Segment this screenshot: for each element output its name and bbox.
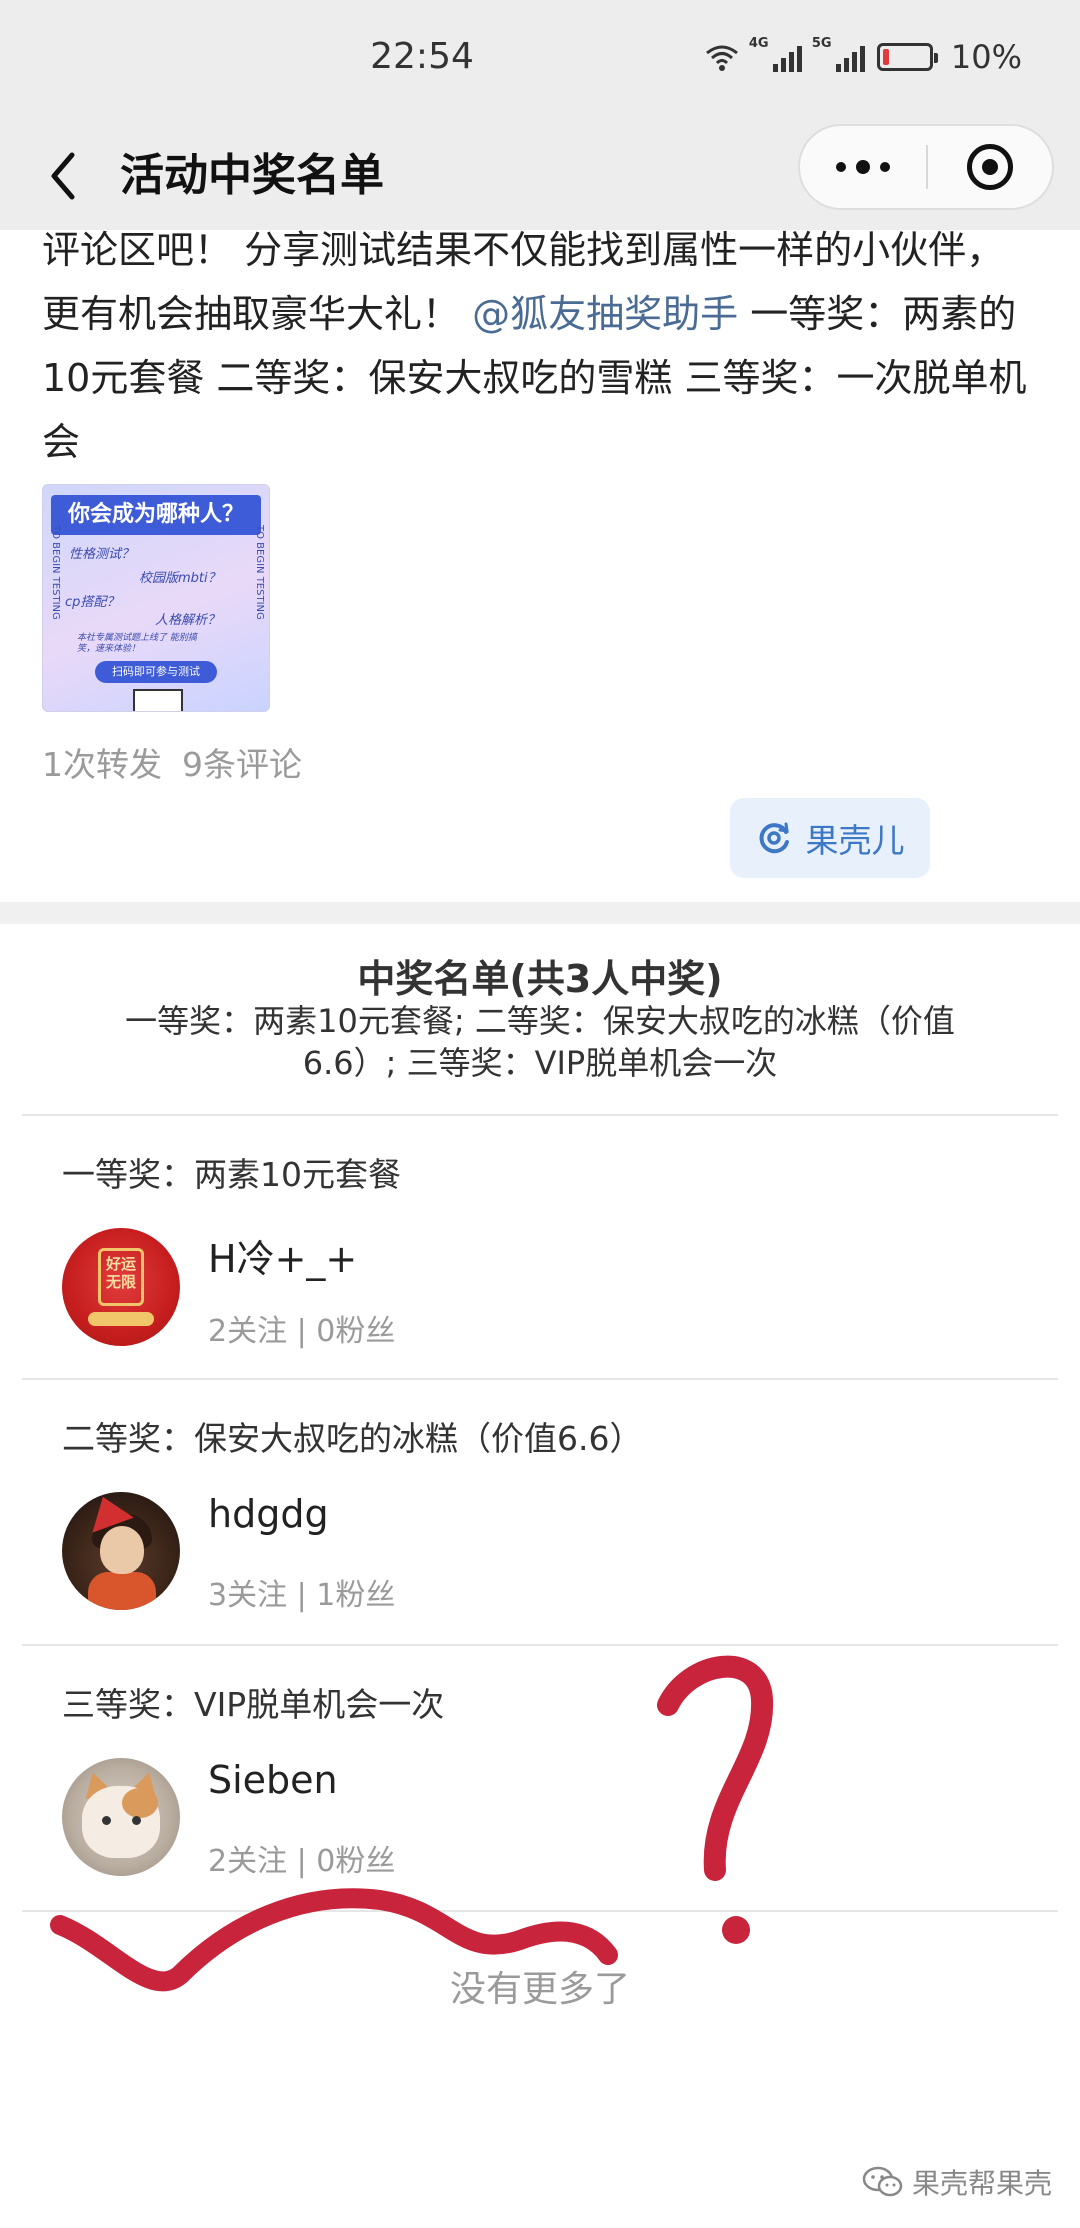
winner-list-summary: 一等奖：两素10元套餐; 二等奖：保安大叔吃的冰糕（价值6.6）; 三等奖：VI… [125, 1002, 955, 1082]
watermark-text: 果壳帮果壳 [911, 2167, 1052, 2200]
mini-program-capsule [798, 124, 1054, 210]
winner-name-2[interactable]: hdgdg [208, 1492, 329, 1536]
post-image-button: 扫码即可参与测试 [95, 661, 217, 683]
mention-link[interactable]: @狐友抽奖助手 [472, 292, 738, 336]
avatar[interactable] [62, 1758, 180, 1876]
winner-stats-2: 3关注 | 1粉丝 [208, 1578, 396, 1613]
post-image[interactable]: 你会成为哪种人？ TO BEGIN TESTING TO BEGIN TESTI… [42, 484, 270, 712]
divider [22, 1644, 1058, 1646]
wifi-icon [705, 45, 738, 71]
divider [22, 1378, 1058, 1380]
more-button[interactable] [800, 126, 926, 208]
watermark: 果壳帮果壳 [862, 2162, 1052, 2202]
wechat-icon [862, 2166, 903, 2197]
chevron-left-icon [51, 152, 75, 200]
section-divider [0, 902, 1080, 924]
winner-stats-1: 2关注 | 0粉丝 [208, 1314, 396, 1349]
battery-icon [876, 43, 938, 71]
nav-bar: 活动中奖名单 [0, 124, 1080, 230]
winner-name-1[interactable]: H冷+_+ [208, 1228, 357, 1283]
prize-label-2: 二等奖：保安大叔吃的冰糕（价值6.6） [62, 1419, 643, 1458]
post-stats: 1次转发 9条评论 [42, 738, 302, 786]
avatar[interactable]: 好运无限 [62, 1228, 180, 1346]
divider [22, 1910, 1058, 1912]
post-image-side-right: TO BEGIN TESTING [254, 525, 265, 620]
prize-label-1: 一等奖：两素10元套餐 [62, 1155, 401, 1194]
target-icon [966, 144, 1013, 190]
page-title: 活动中奖名单 [120, 150, 384, 201]
refresh-icon [759, 822, 789, 854]
back-button[interactable] [38, 144, 88, 208]
avatar[interactable] [62, 1492, 180, 1610]
battery-percent: 10% [950, 38, 1022, 76]
qr-code-icon [133, 689, 183, 711]
topic-tag[interactable]: 果壳儿 [730, 798, 930, 878]
status-bar: 22:54 4G 5G 10% [0, 0, 1080, 124]
cell-signal-4g-icon: 4G [749, 36, 802, 72]
close-button[interactable] [928, 126, 1052, 208]
prize-label-3: 三等奖：VIP脱单机会一次 [62, 1685, 445, 1724]
post-image-title: 你会成为哪种人？ [51, 495, 261, 535]
post-image-side-left: TO BEGIN TESTING [50, 525, 61, 620]
repost-count[interactable]: 1次转发 [42, 745, 162, 784]
winner-stats-3: 2关注 | 0粉丝 [208, 1844, 396, 1879]
no-more-text: 没有更多了 [449, 1969, 630, 2010]
more-dots-icon [836, 162, 846, 172]
divider [22, 1114, 1058, 1116]
cell-signal-5g-icon: 5G [812, 36, 865, 72]
post-text: 评论区吧！ 分享测试结果不仅能找到属性一样的小伙伴，更有机会抽取豪华大礼！ @狐… [42, 228, 1027, 464]
winner-name-3[interactable]: Sieben [208, 1758, 338, 1802]
topic-tag-label: 果壳儿 [805, 821, 905, 860]
status-icons: 4G 5G 10% [705, 36, 1022, 76]
comment-count[interactable]: 9条评论 [182, 745, 302, 784]
winner-list-title: 中奖名单(共3人中奖) [357, 957, 723, 1001]
